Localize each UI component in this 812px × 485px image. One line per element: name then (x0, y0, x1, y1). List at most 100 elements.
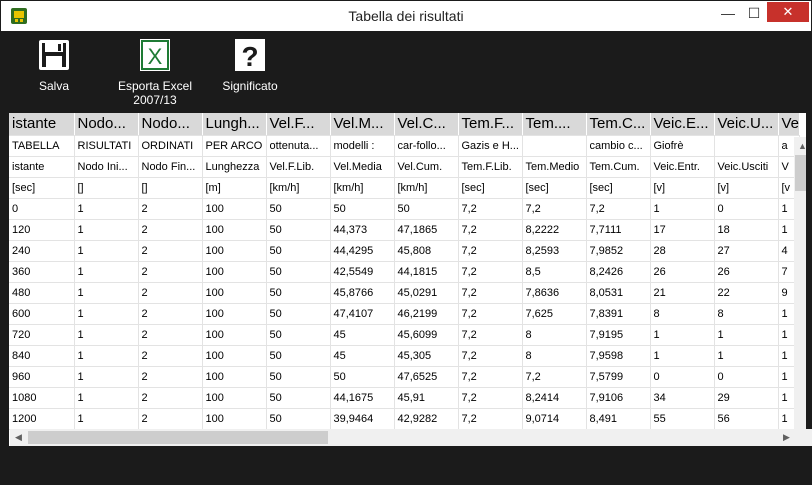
scroll-up-arrow-icon[interactable]: ▲ (794, 137, 806, 154)
table-cell[interactable]: 44,1815 (394, 261, 459, 283)
column-header[interactable]: Tem.F... (458, 113, 523, 136)
table-cell[interactable]: [m] (202, 177, 267, 199)
column-header[interactable]: Vel.C... (394, 113, 459, 136)
table-cell[interactable]: 7,2 (458, 366, 523, 388)
table-cell[interactable]: [v] (650, 177, 715, 199)
table-cell[interactable]: 2 (138, 303, 203, 325)
table-cell[interactable]: [sec] (458, 177, 523, 199)
table-cell[interactable]: 50 (266, 387, 331, 409)
table-cell[interactable]: 1 (714, 345, 779, 367)
table-cell[interactable]: 2 (138, 345, 203, 367)
table-cell[interactable]: Vel.F.Lib. (266, 156, 331, 178)
save-button[interactable]: Salva (31, 37, 77, 93)
column-header[interactable]: istante (9, 113, 75, 136)
table-cell[interactable]: PER ARCO (202, 135, 267, 157)
table-cell[interactable]: 720 (9, 324, 75, 346)
table-cell[interactable]: 26 (714, 261, 779, 283)
table-row[interactable]: 1200 1 2 100 50 39,9464 42,9282 7,2 9,0714 8,491 5… (9, 408, 801, 430)
table-cell[interactable]: [sec] (586, 177, 651, 199)
table-cell[interactable]: 100 (202, 219, 267, 241)
table-cell[interactable]: 47,1865 (394, 219, 459, 241)
table-cell[interactable]: 1 (650, 324, 715, 346)
column-header[interactable]: Veic.E... (650, 113, 715, 136)
table-cell[interactable]: 21 (650, 282, 715, 304)
table-cell[interactable]: 1200 (9, 408, 75, 430)
table-cell[interactable]: 47,4107 (330, 303, 395, 325)
table-cell[interactable]: 45,305 (394, 345, 459, 367)
table-cell[interactable]: 1 (74, 303, 139, 325)
table-cell[interactable]: 7,7111 (586, 219, 651, 241)
table-cell[interactable]: 45 (330, 345, 395, 367)
table-row[interactable]: istante Nodo Ini... Nodo Fin... Lunghezza Ve… (9, 156, 801, 178)
table-row[interactable]: 960 1 2 100 50 50 47,6525 7,2 7,2 7,5799 0 0 1 (9, 366, 801, 388)
table-cell[interactable]: 2 (138, 240, 203, 262)
table-cell[interactable]: [km/h] (394, 177, 459, 199)
table-cell[interactable]: Veic.Entr. (650, 156, 715, 178)
table-cell[interactable]: 9,0714 (522, 408, 587, 430)
table-cell[interactable]: 50 (266, 345, 331, 367)
table-cell[interactable]: 100 (202, 408, 267, 430)
table-cell[interactable]: 1 (74, 366, 139, 388)
scroll-right-arrow-icon[interactable]: ▶ (778, 429, 795, 446)
table-cell[interactable]: 50 (266, 324, 331, 346)
vertical-scroll-thumb[interactable] (795, 155, 806, 191)
table-cell[interactable]: 7,2 (458, 219, 523, 241)
table-cell[interactable]: 44,373 (330, 219, 395, 241)
table-row[interactable]: 360 1 2 100 50 42,5549 44,1815 7,2 8,5 8,2426 26 26… (9, 261, 801, 283)
table-cell[interactable]: [v] (714, 177, 779, 199)
column-header[interactable]: Veic.U... (714, 113, 779, 136)
table-cell[interactable]: 2 (138, 324, 203, 346)
table-cell[interactable]: 1 (74, 345, 139, 367)
table-cell[interactable]: 100 (202, 282, 267, 304)
table-cell[interactable]: 100 (202, 240, 267, 262)
meaning-button[interactable]: ? Significato (215, 37, 285, 93)
table-cell[interactable]: 29 (714, 387, 779, 409)
table-cell[interactable]: Tem.F.Lib. (458, 156, 523, 178)
table-cell[interactable]: 50 (266, 282, 331, 304)
table-row[interactable]: 0 1 2 100 50 50 50 7,2 7,2 7,2 1 0 1 (9, 198, 801, 220)
table-cell[interactable]: 1 (74, 198, 139, 220)
vertical-scrollbar[interactable]: ▲ ▼ (794, 137, 806, 441)
table-cell[interactable]: 100 (202, 366, 267, 388)
table-cell[interactable]: ottenuta... (266, 135, 331, 157)
table-cell[interactable]: 7,8636 (522, 282, 587, 304)
table-cell[interactable] (714, 135, 779, 157)
table-cell[interactable]: 2 (138, 261, 203, 283)
table-cell[interactable]: 34 (650, 387, 715, 409)
column-header[interactable]: Tem.... (522, 113, 587, 136)
table-cell[interactable]: Veic.Usciti (714, 156, 779, 178)
table-cell[interactable]: 39,9464 (330, 408, 395, 430)
table-cell[interactable]: 50 (330, 366, 395, 388)
table-cell[interactable]: 100 (202, 198, 267, 220)
table-cell[interactable]: 100 (202, 261, 267, 283)
horizontal-scroll-thumb[interactable] (28, 431, 328, 444)
column-header[interactable]: Vel.M... (330, 113, 395, 136)
table-cell[interactable]: 7,9852 (586, 240, 651, 262)
table-cell[interactable]: 8,2593 (522, 240, 587, 262)
table-cell[interactable]: [km/h] (266, 177, 331, 199)
table-cell[interactable]: Nodo Fin... (138, 156, 203, 178)
table-row[interactable]: 240 1 2 100 50 44,4295 45,808 7,2 8,2593 7,9852 28… (9, 240, 801, 262)
table-cell[interactable]: cambio c... (586, 135, 651, 157)
column-header[interactable]: Vel.F... (266, 113, 331, 136)
table-cell[interactable]: 56 (714, 408, 779, 430)
table-cell[interactable]: 2 (138, 282, 203, 304)
maximize-button[interactable]: ☐ (741, 2, 767, 24)
export-excel-button[interactable]: X Esporta Excel 2007/13 (111, 37, 199, 107)
table-cell[interactable]: car-follo... (394, 135, 459, 157)
table-cell[interactable]: 100 (202, 303, 267, 325)
table-cell[interactable]: 1 (74, 282, 139, 304)
table-cell[interactable]: 360 (9, 261, 75, 283)
table-cell[interactable]: 100 (202, 345, 267, 367)
table-cell[interactable]: Tem.Cum. (586, 156, 651, 178)
table-cell[interactable]: 7,2 (458, 261, 523, 283)
table-row[interactable]: 480 1 2 100 50 45,8766 45,0291 7,2 7,8636 8,0531 2… (9, 282, 801, 304)
table-cell[interactable]: 1 (74, 261, 139, 283)
table-cell[interactable]: 1 (74, 387, 139, 409)
table-cell[interactable]: 7,9195 (586, 324, 651, 346)
table-row[interactable]: 720 1 2 100 50 45 45,6099 7,2 8 7,9195 1 1 1 (9, 324, 801, 346)
column-header[interactable]: Ve (778, 113, 801, 136)
table-cell[interactable]: istante (9, 156, 75, 178)
table-cell[interactable]: 28 (650, 240, 715, 262)
table-cell[interactable]: 45,6099 (394, 324, 459, 346)
